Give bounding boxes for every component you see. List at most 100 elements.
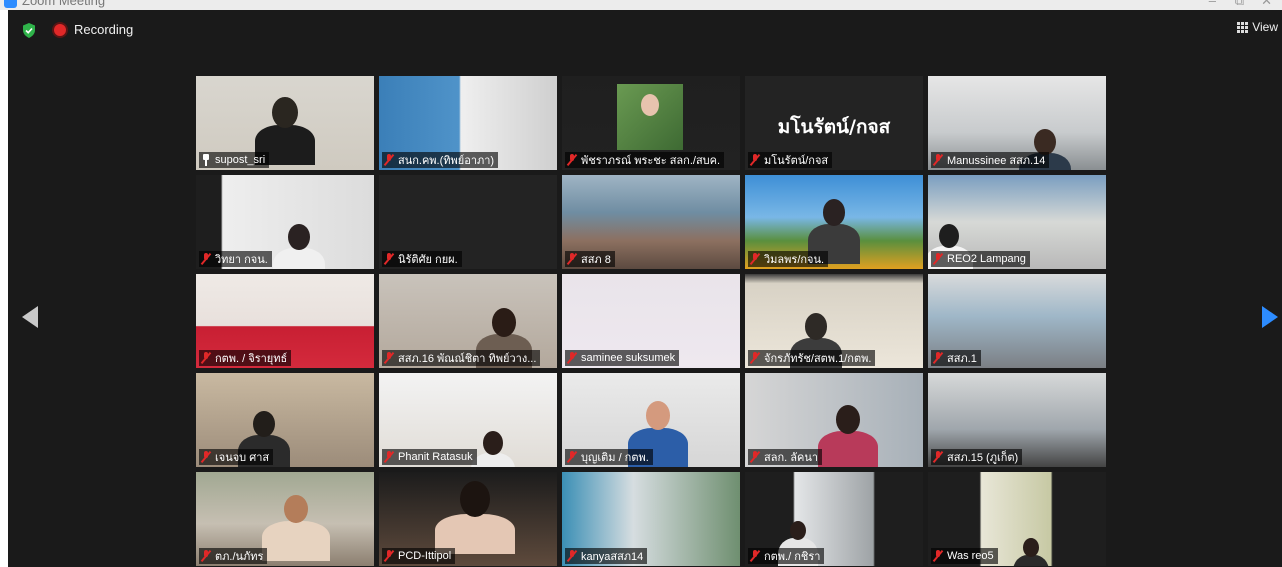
participant-name: Manussinee สสภ.14	[947, 155, 1046, 167]
restore-button[interactable]: ⧉	[1235, 0, 1244, 9]
participant-name: saminee suksumek	[581, 352, 676, 364]
participant-namebar: สลก. ลัคนา	[748, 449, 823, 465]
mic-muted-icon	[201, 253, 211, 265]
mic-muted-icon	[750, 253, 760, 265]
mic-muted-icon	[201, 352, 211, 364]
participant-tile[interactable]: พัชราภรณ์ พระชะ สลก./สบค.	[562, 76, 740, 170]
participant-tile[interactable]: Was reo5	[928, 472, 1106, 566]
mic-muted-icon	[933, 352, 943, 364]
participant-tile[interactable]: สสภ 8	[562, 175, 740, 269]
participant-name: จักรภัทรัช/สตพ.1/กตพ.	[764, 353, 872, 365]
participant-display-text: มโนรัตน์/กจส	[777, 116, 891, 138]
mic-muted-icon	[567, 352, 577, 364]
previous-page-arrow-icon[interactable]	[22, 306, 38, 328]
mic-muted-icon	[750, 550, 760, 562]
participant-tile[interactable]: Phanit Ratasuk	[379, 373, 557, 467]
view-button[interactable]: View	[1237, 20, 1278, 34]
participant-name: สสภ.15 (ภูเก็ต)	[947, 452, 1019, 464]
participant-tile[interactable]: กตพ./ กชิรา	[745, 472, 923, 566]
participant-tile[interactable]: วิทยา กจน.	[196, 175, 374, 269]
participant-name: สสภ.1	[947, 353, 977, 365]
participant-namebar: นิรัติศัย กยผ.	[382, 251, 462, 267]
participant-tile[interactable]: สลก. ลัคนา	[745, 373, 923, 467]
participant-tile[interactable]: วิมลพร/กจน.	[745, 175, 923, 269]
participant-tile[interactable]: กตพ. / จิรายุทธ์	[196, 274, 374, 368]
participant-namebar: สสภ.1	[931, 350, 981, 366]
mic-muted-icon	[750, 352, 760, 364]
participant-namebar: Phanit Ratasuk	[382, 449, 477, 465]
participant-tile[interactable]: มโนรัตน์/กจส มโนรัตน์/กจส	[745, 76, 923, 170]
participant-namebar: จักรภัทรัช/สตพ.1/กตพ.	[748, 350, 876, 366]
participant-namebar: ตภ./นภัทร	[199, 548, 268, 564]
meeting-stage: Recording View supost_sri สนก.คพ.(ทิพย์อา…	[8, 10, 1282, 567]
participant-tile[interactable]: PCD-Ittipol	[379, 472, 557, 566]
mic-muted-icon	[384, 451, 394, 463]
participant-tile[interactable]: ตภ./นภัทร	[196, 472, 374, 566]
participant-tile[interactable]: สนก.คพ.(ทิพย์อาภา)	[379, 76, 557, 170]
participant-tile[interactable]: เจนจบ ศาส	[196, 373, 374, 467]
mic-muted-icon	[384, 154, 394, 166]
meeting-status-bar: Recording View	[8, 10, 1282, 48]
mic-muted-icon	[933, 253, 943, 265]
mic-muted-icon	[933, 550, 943, 562]
participant-tile[interactable]: สสภ.1	[928, 274, 1106, 368]
participant-name: วิทยา กจน.	[215, 254, 268, 266]
next-page-arrow-icon[interactable]	[1262, 306, 1278, 328]
participant-namebar: กตพ./ กชิรา	[748, 548, 825, 564]
mic-muted-icon	[384, 253, 394, 265]
participant-name: Phanit Ratasuk	[398, 451, 473, 463]
participant-namebar: กตพ. / จิรายุทธ์	[199, 350, 292, 366]
pin-icon	[201, 154, 211, 166]
participant-tile[interactable]: บุญเติม / กตพ.	[562, 373, 740, 467]
participant-namebar: เจนจบ ศาส	[199, 449, 274, 465]
participant-tile[interactable]: supost_sri	[196, 76, 374, 170]
recording-icon[interactable]	[54, 24, 66, 36]
participant-name: kanyaสสภ14	[581, 551, 644, 563]
participant-tile[interactable]: สสภ.15 (ภูเก็ต)	[928, 373, 1106, 467]
zoom-logo-icon	[4, 0, 17, 8]
participant-tile[interactable]: saminee suksumek	[562, 274, 740, 368]
participant-tile[interactable]: นิรัติศัย กยผ.	[379, 175, 557, 269]
participant-namebar: สสภ.15 (ภูเก็ต)	[931, 449, 1023, 465]
participant-name: REO2 Lampang	[947, 253, 1026, 265]
mic-muted-icon	[750, 154, 760, 166]
mic-muted-icon	[567, 154, 577, 166]
participant-name: supost_sri	[215, 154, 266, 166]
participant-namebar: มโนรัตน์/กจส	[748, 152, 833, 168]
participant-name: Was reo5	[947, 550, 994, 562]
participant-tile[interactable]: สสภ.16 พัณณ์ชิตา ทิพย์วาง...	[379, 274, 557, 368]
shield-check-icon[interactable]	[22, 23, 36, 38]
close-button[interactable]: ✕	[1261, 0, 1272, 9]
view-button-label: View	[1252, 20, 1278, 34]
window-title: Zoom Meeting	[22, 0, 106, 8]
participant-namebar: สสภ 8	[565, 251, 615, 267]
participant-namebar: Manussinee สสภ.14	[931, 152, 1050, 168]
participant-namebar: REO2 Lampang	[931, 251, 1030, 267]
participant-name: ตภ./นภัทร	[215, 551, 264, 563]
participant-namebar: kanyaสสภ14	[565, 548, 648, 564]
mic-muted-icon	[201, 550, 211, 562]
participant-name: มโนรัตน์/กจส	[764, 155, 829, 167]
window-titlebar: Zoom Meeting – ⧉ ✕	[0, 0, 1282, 10]
participant-namebar: PCD-Ittipol	[382, 548, 456, 564]
participant-tile[interactable]: Manussinee สสภ.14	[928, 76, 1106, 170]
participant-tile[interactable]: จักรภัทรัช/สตพ.1/กตพ.	[745, 274, 923, 368]
participant-name: วิมลพร/กจน.	[764, 254, 825, 266]
participant-name: สสภ 8	[581, 254, 611, 266]
participant-tile[interactable]: REO2 Lampang	[928, 175, 1106, 269]
participant-name: พัชราภรณ์ พระชะ สลก./สบค.	[581, 155, 721, 167]
participant-namebar: พัชราภรณ์ พระชะ สลก./สบค.	[565, 152, 725, 168]
participant-tile[interactable]: kanyaสสภ14	[562, 472, 740, 566]
mic-muted-icon	[201, 451, 211, 463]
mic-muted-icon	[750, 451, 760, 463]
recording-label[interactable]: Recording	[74, 22, 133, 37]
participant-name: กตพ./ กชิรา	[764, 551, 821, 563]
mic-muted-icon	[933, 154, 943, 166]
participant-name: PCD-Ittipol	[398, 550, 452, 562]
participant-namebar: saminee suksumek	[565, 350, 680, 366]
minimize-button[interactable]: –	[1209, 0, 1216, 8]
participant-name: เจนจบ ศาส	[215, 452, 270, 464]
mic-muted-icon	[567, 253, 577, 265]
participant-namebar: วิทยา กจน.	[199, 251, 272, 267]
mic-muted-icon	[933, 451, 943, 463]
